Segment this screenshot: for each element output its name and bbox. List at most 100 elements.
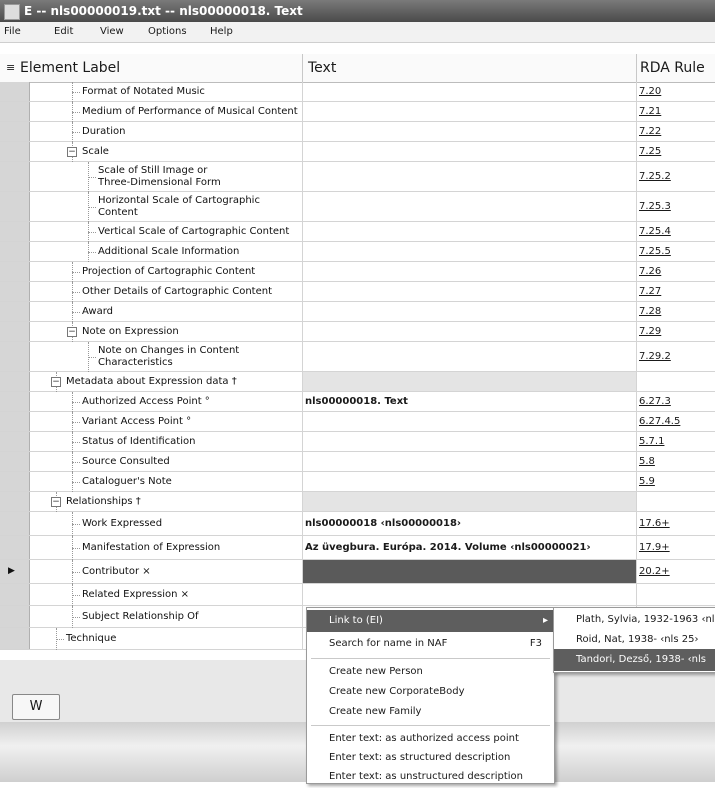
row-selector[interactable] bbox=[0, 392, 30, 411]
text-cell[interactable] bbox=[303, 222, 636, 241]
table-row[interactable]: Manifestation of Expression Az üvegbura. … bbox=[0, 536, 715, 560]
text-cell[interactable] bbox=[303, 82, 636, 101]
menu-options[interactable]: Options bbox=[148, 22, 187, 42]
table-row[interactable]: − Scale 7.25 bbox=[0, 142, 715, 162]
text-cell[interactable]: Az üvegbura. Európa. 2014. Volume ‹nls00… bbox=[303, 536, 636, 559]
table-row[interactable]: Medium of Performance of Musical Content… bbox=[0, 102, 715, 122]
menu-edit[interactable]: Edit bbox=[54, 22, 73, 42]
table-row[interactable]: Other Details of Cartographic Content 7.2… bbox=[0, 282, 715, 302]
rda-rule-link[interactable]: 7.25.2 bbox=[637, 162, 715, 191]
table-row[interactable]: Note on Changes in Content Characteristic… bbox=[0, 342, 715, 372]
collapse-icon[interactable]: − bbox=[51, 377, 61, 387]
row-selector[interactable] bbox=[0, 512, 30, 535]
row-selector[interactable] bbox=[0, 472, 30, 491]
column-rda-rule[interactable]: RDA Rule bbox=[640, 54, 705, 82]
text-cell[interactable] bbox=[303, 142, 636, 161]
row-selector[interactable] bbox=[0, 162, 30, 191]
rda-rule-link[interactable]: 6.27.3 bbox=[637, 392, 715, 411]
rda-rule-link[interactable]: 7.26 bbox=[637, 262, 715, 281]
text-cell[interactable] bbox=[303, 262, 636, 281]
text-cell[interactable] bbox=[303, 412, 636, 431]
rda-rule-link[interactable]: 17.9+ bbox=[637, 536, 715, 559]
row-selector[interactable] bbox=[0, 222, 30, 241]
rda-rule-link[interactable] bbox=[637, 372, 715, 391]
rda-rule-link[interactable]: 7.25.4 bbox=[637, 222, 715, 241]
text-cell[interactable] bbox=[303, 302, 636, 321]
text-cell[interactable] bbox=[303, 242, 636, 261]
w-button[interactable]: W bbox=[12, 694, 60, 720]
table-row[interactable]: Vertical Scale of Cartographic Content 7.… bbox=[0, 222, 715, 242]
row-selector[interactable] bbox=[0, 322, 30, 341]
text-cell[interactable] bbox=[303, 372, 636, 391]
table-row[interactable]: Projection of Cartographic Content 7.26 bbox=[0, 262, 715, 282]
rda-rule-link[interactable]: 7.21 bbox=[637, 102, 715, 121]
row-selector[interactable] bbox=[0, 536, 30, 559]
text-cell[interactable] bbox=[303, 492, 636, 511]
rda-rule-link[interactable]: 7.27 bbox=[637, 282, 715, 301]
rda-rule-link[interactable]: 7.25.3 bbox=[637, 192, 715, 221]
row-selector[interactable] bbox=[0, 142, 30, 161]
table-row[interactable]: Related Expression × bbox=[0, 584, 715, 606]
table-row[interactable]: Horizontal Scale of Cartographic Content 7… bbox=[0, 192, 715, 222]
menu-item-create-corporate-body[interactable]: Create new CorporateBody bbox=[307, 681, 554, 703]
table-row[interactable]: Format of Notated Music 7.20 bbox=[0, 82, 715, 102]
table-row[interactable]: Variant Access Point ° 6.27.4.5 bbox=[0, 412, 715, 432]
row-selector[interactable] bbox=[0, 302, 30, 321]
rda-rule-link[interactable]: 5.7.1 bbox=[637, 432, 715, 451]
menu-item-search-naf[interactable]: Search for name in NAF F3 bbox=[307, 633, 554, 655]
collapse-icon[interactable]: − bbox=[51, 497, 61, 507]
column-element-label[interactable]: Element Label bbox=[20, 54, 120, 82]
row-selector[interactable] bbox=[0, 262, 30, 281]
table-row[interactable]: Authorized Access Point ° nls00000018. Te… bbox=[0, 392, 715, 412]
rda-rule-link[interactable]: 7.25.5 bbox=[637, 242, 715, 261]
text-cell[interactable]: nls00000018. Text bbox=[303, 392, 636, 411]
text-cell[interactable] bbox=[303, 282, 636, 301]
menu-view[interactable]: View bbox=[100, 22, 124, 42]
row-selector[interactable] bbox=[0, 412, 30, 431]
menu-item-create-family[interactable]: Create new Family bbox=[307, 701, 554, 723]
text-cell[interactable] bbox=[303, 560, 636, 583]
text-cell[interactable] bbox=[303, 192, 636, 221]
row-selector-current[interactable] bbox=[0, 560, 30, 583]
text-cell[interactable] bbox=[303, 472, 636, 491]
rda-rule-link[interactable]: 5.9 bbox=[637, 472, 715, 491]
table-row[interactable]: Work Expressed nls00000018 ‹nls00000018› 1… bbox=[0, 512, 715, 536]
rda-rule-link[interactable]: 7.22 bbox=[637, 122, 715, 141]
text-cell[interactable] bbox=[303, 122, 636, 141]
row-selector[interactable] bbox=[0, 606, 30, 627]
text-cell[interactable] bbox=[303, 102, 636, 121]
row-selector[interactable] bbox=[0, 122, 30, 141]
rda-rule-link[interactable]: 20.2+ bbox=[637, 560, 715, 583]
rda-rule-link[interactable]: 5.8 bbox=[637, 452, 715, 471]
rda-rule-link[interactable]: 7.20 bbox=[637, 82, 715, 101]
row-selector[interactable] bbox=[0, 372, 30, 391]
row-selector[interactable] bbox=[0, 492, 30, 511]
row-selector[interactable] bbox=[0, 342, 30, 371]
menu-file[interactable]: File bbox=[4, 22, 21, 42]
rda-rule-link[interactable]: 7.25 bbox=[637, 142, 715, 161]
row-selector[interactable] bbox=[0, 102, 30, 121]
row-selector[interactable] bbox=[0, 242, 30, 261]
table-row[interactable]: Source Consulted 5.8 bbox=[0, 452, 715, 472]
rda-rule-link[interactable] bbox=[637, 584, 715, 605]
table-row[interactable]: Contributor × 20.2+ bbox=[0, 560, 715, 584]
row-selector[interactable] bbox=[0, 584, 30, 605]
menu-help[interactable]: Help bbox=[210, 22, 233, 42]
column-divider[interactable] bbox=[636, 54, 637, 82]
rda-rule-link[interactable]: 17.6+ bbox=[637, 512, 715, 535]
submenu-item-roid[interactable]: Roid, Nat, 1938- ‹nls 25› bbox=[554, 629, 715, 651]
table-row[interactable]: Award 7.28 bbox=[0, 302, 715, 322]
column-text[interactable]: Text bbox=[308, 54, 336, 82]
rda-rule-link[interactable] bbox=[637, 492, 715, 511]
text-cell[interactable] bbox=[303, 452, 636, 471]
table-row[interactable]: Cataloguer's Note 5.9 bbox=[0, 472, 715, 492]
submenu-item-plath[interactable]: Plath, Sylvia, 1932-1963 ‹nl bbox=[554, 609, 715, 631]
menu-item-create-person[interactable]: Create new Person bbox=[307, 661, 554, 683]
text-cell[interactable]: nls00000018 ‹nls00000018› bbox=[303, 512, 636, 535]
text-cell[interactable] bbox=[303, 342, 636, 371]
collapse-icon[interactable]: − bbox=[67, 327, 77, 337]
row-selector[interactable] bbox=[0, 82, 30, 101]
row-selector[interactable] bbox=[0, 432, 30, 451]
table-row[interactable]: − Relationships † bbox=[0, 492, 715, 512]
table-row[interactable]: − Note on Expression 7.29 bbox=[0, 322, 715, 342]
